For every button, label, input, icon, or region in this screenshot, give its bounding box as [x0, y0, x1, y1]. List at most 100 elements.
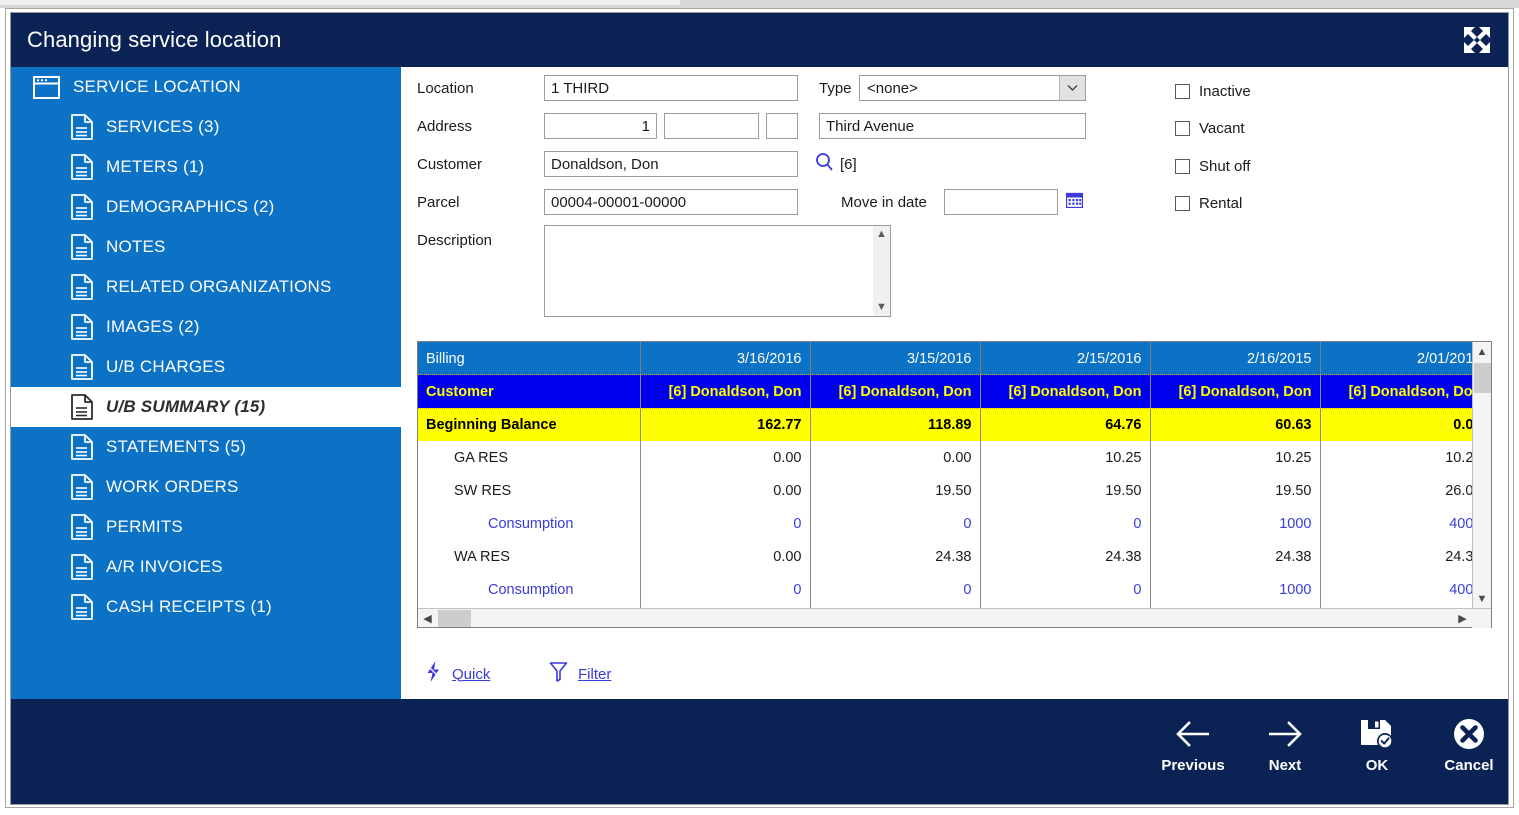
grid-cell[interactable]: 118.89 [810, 408, 980, 441]
sidebar-item-permits[interactable]: PERMITS [11, 507, 401, 547]
scroll-left-icon[interactable]: ◀ [418, 609, 437, 628]
grid-cell[interactable]: 19.50 [1150, 474, 1320, 507]
grid-cell[interactable]: [6] Donaldson, Don [1150, 375, 1320, 408]
cancel-button[interactable]: Cancel [1421, 715, 1509, 787]
title-bar: Changing service location [11, 13, 1508, 67]
grid-column-header[interactable]: 2/01/2015 [1320, 342, 1472, 375]
sidebar-item-cash-receipts-1[interactable]: CASH RECEIPTS (1) [11, 587, 401, 627]
grid-cell[interactable]: 4000 [1320, 573, 1472, 606]
grid-cell[interactable]: 10.25 [980, 441, 1150, 474]
scroll-down-icon[interactable]: ▼ [1473, 589, 1492, 608]
grid-column-header[interactable]: 3/16/2016 [640, 342, 810, 375]
description-label: Description [417, 232, 492, 249]
sidebar-item-service-location[interactable]: SERVICE LOCATION [11, 67, 401, 107]
grid-cell[interactable]: 0 [980, 573, 1150, 606]
sidebar-item-related-organizations[interactable]: RELATED ORGANIZATIONS [11, 267, 401, 307]
shut-off-checkbox[interactable]: Shut off [1175, 158, 1250, 175]
scroll-up-icon[interactable]: ▲ [1473, 342, 1492, 361]
grid-cell[interactable]: 0 [980, 507, 1150, 540]
grid-row[interactable]: Consumption00010004000 [418, 507, 1472, 540]
grid-cell[interactable]: 60.63 [1150, 408, 1320, 441]
grid-cell[interactable]: 19.50 [980, 474, 1150, 507]
grid-cell[interactable]: [6] Donaldson, Don [1320, 375, 1472, 408]
grid-horizontal-scrollbar[interactable]: ◀ ▶ [418, 608, 1491, 627]
horizontal-scroll-track[interactable] [437, 609, 1453, 628]
sidebar-item-notes[interactable]: NOTES [11, 227, 401, 267]
description-scrollbar[interactable]: ▲ ▼ [873, 226, 890, 316]
grid-cell[interactable]: 24.38 [1320, 540, 1472, 573]
filter-button-label: Filter [578, 666, 611, 683]
sidebar-item-images-2[interactable]: IMAGES (2) [11, 307, 401, 347]
vertical-scroll-thumb[interactable] [1474, 363, 1491, 393]
vertical-scroll-track[interactable] [1473, 361, 1492, 589]
grid-cell[interactable]: 162.77 [640, 408, 810, 441]
grid-cell[interactable]: 64.76 [980, 408, 1150, 441]
grid-column-header[interactable]: 2/15/2016 [980, 342, 1150, 375]
grid-cell[interactable]: [6] Donaldson, Don [640, 375, 810, 408]
address-direction-input[interactable] [664, 113, 759, 139]
grid-cell[interactable]: 0 [640, 507, 810, 540]
move-in-date-input[interactable] [944, 189, 1058, 215]
calendar-icon[interactable] [1066, 191, 1083, 213]
grid-cell[interactable]: 0.00 [810, 441, 980, 474]
grid-cell[interactable]: 0.00 [640, 474, 810, 507]
sidebar-item-demographics-2[interactable]: DEMOGRAPHICS (2) [11, 187, 401, 227]
grid-cell[interactable]: 19.50 [810, 474, 980, 507]
grid-row[interactable]: Consumption00010004000 [418, 573, 1472, 606]
quick-button[interactable]: Quick [425, 661, 490, 687]
grid-row-label: Consumption [418, 507, 640, 540]
grid-cell[interactable]: 24.38 [980, 540, 1150, 573]
grid-cell[interactable]: 1000 [1150, 573, 1320, 606]
grid-row[interactable]: Beginning Balance162.77118.8964.7660.630… [418, 408, 1472, 441]
address-number-input[interactable] [544, 113, 657, 139]
description-textarea[interactable] [545, 226, 873, 316]
grid-vertical-scrollbar[interactable]: ▲ ▼ [1472, 342, 1491, 608]
customer-lookup-button[interactable]: [6] [815, 152, 857, 177]
scroll-right-icon[interactable]: ▶ [1453, 609, 1472, 628]
grid-cell[interactable]: [6] Donaldson, Don [980, 375, 1150, 408]
sidebar-item-u-b-charges[interactable]: U/B CHARGES [11, 347, 401, 387]
horizontal-scroll-thumb[interactable] [438, 610, 471, 627]
sidebar-item-work-orders[interactable]: WORK ORDERS [11, 467, 401, 507]
grid-column-header[interactable]: 3/15/2016 [810, 342, 980, 375]
grid-cell[interactable]: 0.00 [640, 540, 810, 573]
grid-cell[interactable]: 26.00 [1320, 474, 1472, 507]
sidebar-item-a-r-invoices[interactable]: A/R INVOICES [11, 547, 401, 587]
parcel-input[interactable] [544, 189, 798, 215]
grid-cell[interactable]: 10.25 [1320, 441, 1472, 474]
expand-arrows-icon[interactable] [1458, 21, 1496, 59]
filter-button[interactable]: Filter [549, 661, 611, 687]
grid-cell[interactable]: 24.38 [810, 540, 980, 573]
grid-cell[interactable]: 1000 [1150, 507, 1320, 540]
grid-cell[interactable]: 0.00 [640, 441, 810, 474]
type-dropdown[interactable]: <none> [859, 75, 1086, 101]
address-street-input[interactable] [819, 113, 1086, 139]
grid-row[interactable]: Customer[6] Donaldson, Don[6] Donaldson,… [418, 375, 1472, 408]
grid-cell[interactable]: 4000 [1320, 507, 1472, 540]
sidebar-item-statements-5[interactable]: STATEMENTS (5) [11, 427, 401, 467]
sidebar-item-meters-1[interactable]: METERS (1) [11, 147, 401, 187]
grid-column-header[interactable]: Billing [418, 342, 640, 375]
sidebar-item-services-3[interactable]: SERVICES (3) [11, 107, 401, 147]
grid-cell[interactable]: 0 [810, 573, 980, 606]
grid-row[interactable]: WA RES0.0024.3824.3824.3824.38 [418, 540, 1472, 573]
grid-row[interactable]: SW RES0.0019.5019.5019.5026.00 [418, 474, 1472, 507]
inactive-checkbox[interactable]: Inactive [1175, 83, 1251, 100]
vacant-checkbox[interactable]: Vacant [1175, 120, 1245, 137]
next-button[interactable]: Next [1237, 715, 1333, 787]
grid-cell[interactable]: 10.25 [1150, 441, 1320, 474]
customer-input[interactable] [544, 151, 798, 177]
address-unit-input[interactable] [766, 113, 798, 139]
grid-cell[interactable]: 0.00 [1320, 408, 1472, 441]
grid-cell[interactable]: 0 [640, 573, 810, 606]
grid-cell[interactable]: 24.38 [1150, 540, 1320, 573]
grid-cell[interactable]: 0 [810, 507, 980, 540]
grid-cell[interactable]: [6] Donaldson, Don [810, 375, 980, 408]
grid-row[interactable]: GA RES0.000.0010.2510.2510.25 [418, 441, 1472, 474]
ok-button[interactable]: OK [1329, 715, 1425, 787]
rental-checkbox[interactable]: Rental [1175, 195, 1242, 212]
previous-button[interactable]: Previous [1145, 715, 1241, 787]
sidebar-item-u-b-summary-15[interactable]: U/B SUMMARY (15) [11, 387, 401, 427]
grid-column-header[interactable]: 2/16/2015 [1150, 342, 1320, 375]
location-input[interactable] [544, 75, 798, 101]
